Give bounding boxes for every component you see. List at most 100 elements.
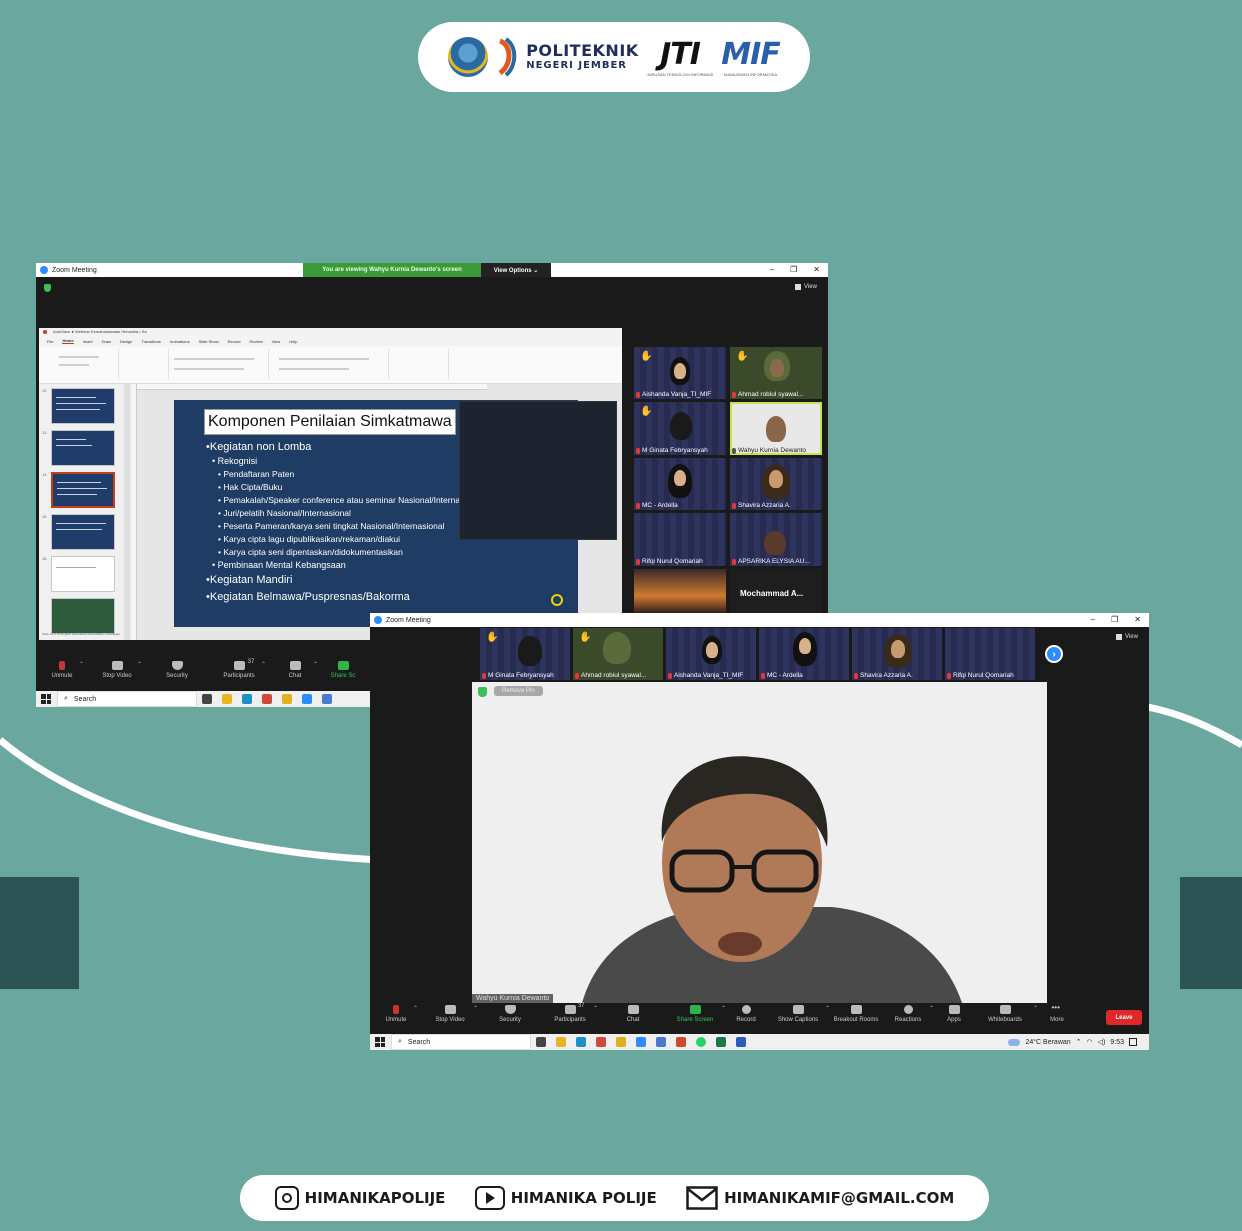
office-icon[interactable] <box>676 1037 686 1047</box>
slide-thumbnail-selected[interactable] <box>51 472 115 508</box>
breakout-rooms-button[interactable]: Breakout Rooms <box>826 1005 886 1031</box>
zoom-taskbar-icon[interactable] <box>636 1037 646 1047</box>
edge-icon[interactable] <box>576 1037 586 1047</box>
show-captions-button[interactable]: Show Captions ⌃ <box>770 1005 830 1031</box>
excel-icon[interactable] <box>716 1037 726 1047</box>
unmute-button[interactable]: Unmute ⌃ <box>36 661 88 687</box>
participant-tile[interactable] <box>634 569 726 614</box>
view-button[interactable]: View <box>1116 634 1138 640</box>
participants-button[interactable]: 37 Participants ⌃ <box>542 1003 598 1031</box>
app-icon[interactable] <box>322 694 332 704</box>
chrome-icon[interactable] <box>616 1037 626 1047</box>
stop-video-button[interactable]: Stop Video ⌃ <box>422 1005 478 1031</box>
participant-tile[interactable]: Rifqi Nurul Qomariah <box>945 628 1035 680</box>
task-view-icon[interactable] <box>202 694 212 704</box>
ppt-tab[interactable]: File <box>47 339 53 344</box>
chrome-icon[interactable] <box>596 1037 606 1047</box>
caret-up-icon[interactable]: ⌃ <box>413 1005 418 1012</box>
edge-icon[interactable] <box>242 694 252 704</box>
participant-tile[interactable]: ✋ Aishanda Vanja_TI_MIF <box>634 347 726 399</box>
participant-tile[interactable]: ✋ M Ginata Febryansyah <box>634 402 726 455</box>
ppt-tab[interactable]: Design <box>120 339 132 344</box>
slide-thumbnail[interactable] <box>51 430 115 466</box>
reactions-button[interactable]: Reactions ⌃ <box>886 1005 934 1031</box>
participant-tile[interactable]: ✋ M Ginata Febryansyah <box>480 628 570 680</box>
chevron-up-icon[interactable]: ⌃ <box>1076 1038 1082 1046</box>
file-explorer-icon[interactable] <box>222 694 232 704</box>
word-icon[interactable] <box>736 1037 746 1047</box>
taskbar-search[interactable]: ⌕ Search <box>57 691 197 707</box>
caret-up-icon[interactable]: ⌃ <box>313 661 318 668</box>
participants-button[interactable]: 37 Participants ⌃ <box>208 659 270 687</box>
view-options-button[interactable]: View Options ⌄ <box>481 263 551 277</box>
participant-tile[interactable]: ✋ Ahmad robiul syawal... <box>730 347 822 399</box>
chevron-right-icon[interactable]: › <box>1045 645 1063 663</box>
wifi-icon[interactable]: ◠ <box>1087 1038 1093 1046</box>
close-icon[interactable]: ✕ <box>1134 613 1141 627</box>
leave-button[interactable]: Leave <box>1106 1010 1142 1025</box>
chat-button[interactable]: Chat ⌃ <box>270 661 320 687</box>
participant-tile[interactable]: Shavira Azzaria A. <box>730 458 822 510</box>
ppt-tab[interactable]: Review <box>250 339 263 344</box>
windows-start-icon[interactable] <box>375 1037 385 1047</box>
participant-tile[interactable]: ✋ Ahmad robiul syawal... <box>573 628 663 680</box>
thumb-number: 16 <box>42 556 47 561</box>
slide-thumbnail[interactable] <box>51 598 115 634</box>
share-screen-button[interactable]: Share Sc <box>320 661 366 687</box>
file-explorer-icon[interactable] <box>556 1037 566 1047</box>
caret-up-icon[interactable]: ⌃ <box>261 661 266 668</box>
ppt-tab[interactable]: Draw <box>102 339 111 344</box>
share-screen-button[interactable]: Share Screen ⌃ <box>668 1005 726 1031</box>
windows-start-icon[interactable] <box>41 694 51 704</box>
chrome-icon[interactable] <box>282 694 292 704</box>
participant-tile[interactable]: Aishanda Vanja_TI_MIF <box>666 628 756 680</box>
clock-text[interactable]: 9:53 <box>1110 1039 1124 1046</box>
participant-tile[interactable]: Mochammad A... <box>730 569 822 614</box>
ppt-tab[interactable]: Help <box>289 339 297 344</box>
ppt-tab[interactable]: Slide Show <box>199 339 219 344</box>
more-button[interactable]: ••• More <box>1032 1004 1082 1031</box>
active-speaker-tile[interactable]: Wahyu Kurnia Dewanto <box>730 402 822 455</box>
volume-icon[interactable]: ◁) <box>1098 1038 1106 1046</box>
app-icon[interactable] <box>656 1037 666 1047</box>
participant-tile[interactable]: Shavira Azzaria A. <box>852 628 942 680</box>
chat-button[interactable]: Chat <box>598 1005 668 1031</box>
horizontal-ruler <box>137 384 487 390</box>
whiteboards-button[interactable]: Whiteboards ⌃ <box>978 1005 1038 1031</box>
minimize-icon[interactable]: – <box>770 263 774 277</box>
ppt-tab[interactable]: Insert <box>83 339 93 344</box>
ppt-tab[interactable]: View <box>272 339 281 344</box>
caret-up-icon[interactable]: ⌃ <box>137 661 142 668</box>
minimize-icon[interactable]: – <box>1091 613 1095 627</box>
slide-thumbnail[interactable] <box>51 556 115 592</box>
ppt-tab[interactable]: Home <box>62 338 74 344</box>
ppt-tab[interactable]: Transitions <box>141 339 160 344</box>
caret-up-icon[interactable]: ⌃ <box>79 661 84 668</box>
slide-thumbnail[interactable] <box>51 388 115 424</box>
task-view-icon[interactable] <box>536 1037 546 1047</box>
maximize-icon[interactable]: ❐ <box>1111 613 1118 627</box>
thumbnail-scrollbar[interactable] <box>125 384 129 640</box>
maximize-icon[interactable]: ❐ <box>790 263 797 277</box>
notification-icon[interactable] <box>1129 1038 1137 1046</box>
record-button[interactable]: Record <box>722 1005 770 1031</box>
ppt-tab[interactable]: Animations <box>170 339 190 344</box>
security-button[interactable]: Security <box>146 661 208 687</box>
stop-video-button[interactable]: Stop Video ⌃ <box>88 661 146 687</box>
taskbar-search[interactable]: ⌕ Search <box>391 1034 531 1050</box>
unmute-button[interactable]: Unmute ⌃ <box>370 1005 422 1031</box>
view-button[interactable]: View <box>795 284 817 290</box>
participant-tile[interactable]: APSARIKA ELYSIA AU... <box>730 513 822 566</box>
slide-thumbnail[interactable] <box>51 514 115 550</box>
whatsapp-icon[interactable] <box>696 1037 706 1047</box>
participant-tile[interactable]: MC - Ardella <box>634 458 726 510</box>
security-button[interactable]: Security <box>478 1005 542 1031</box>
chrome-icon[interactable] <box>262 694 272 704</box>
apps-button[interactable]: Apps <box>930 1005 978 1031</box>
participant-tile[interactable]: MC - Ardella <box>759 628 849 680</box>
zoom-taskbar-icon[interactable] <box>302 694 312 704</box>
close-icon[interactable]: ✕ <box>813 263 820 277</box>
ppt-tab[interactable]: Record <box>228 339 241 344</box>
participant-tile[interactable]: Rifqi Nurul Qomariah <box>634 513 726 566</box>
cloud-weather-icon <box>1008 1038 1021 1046</box>
